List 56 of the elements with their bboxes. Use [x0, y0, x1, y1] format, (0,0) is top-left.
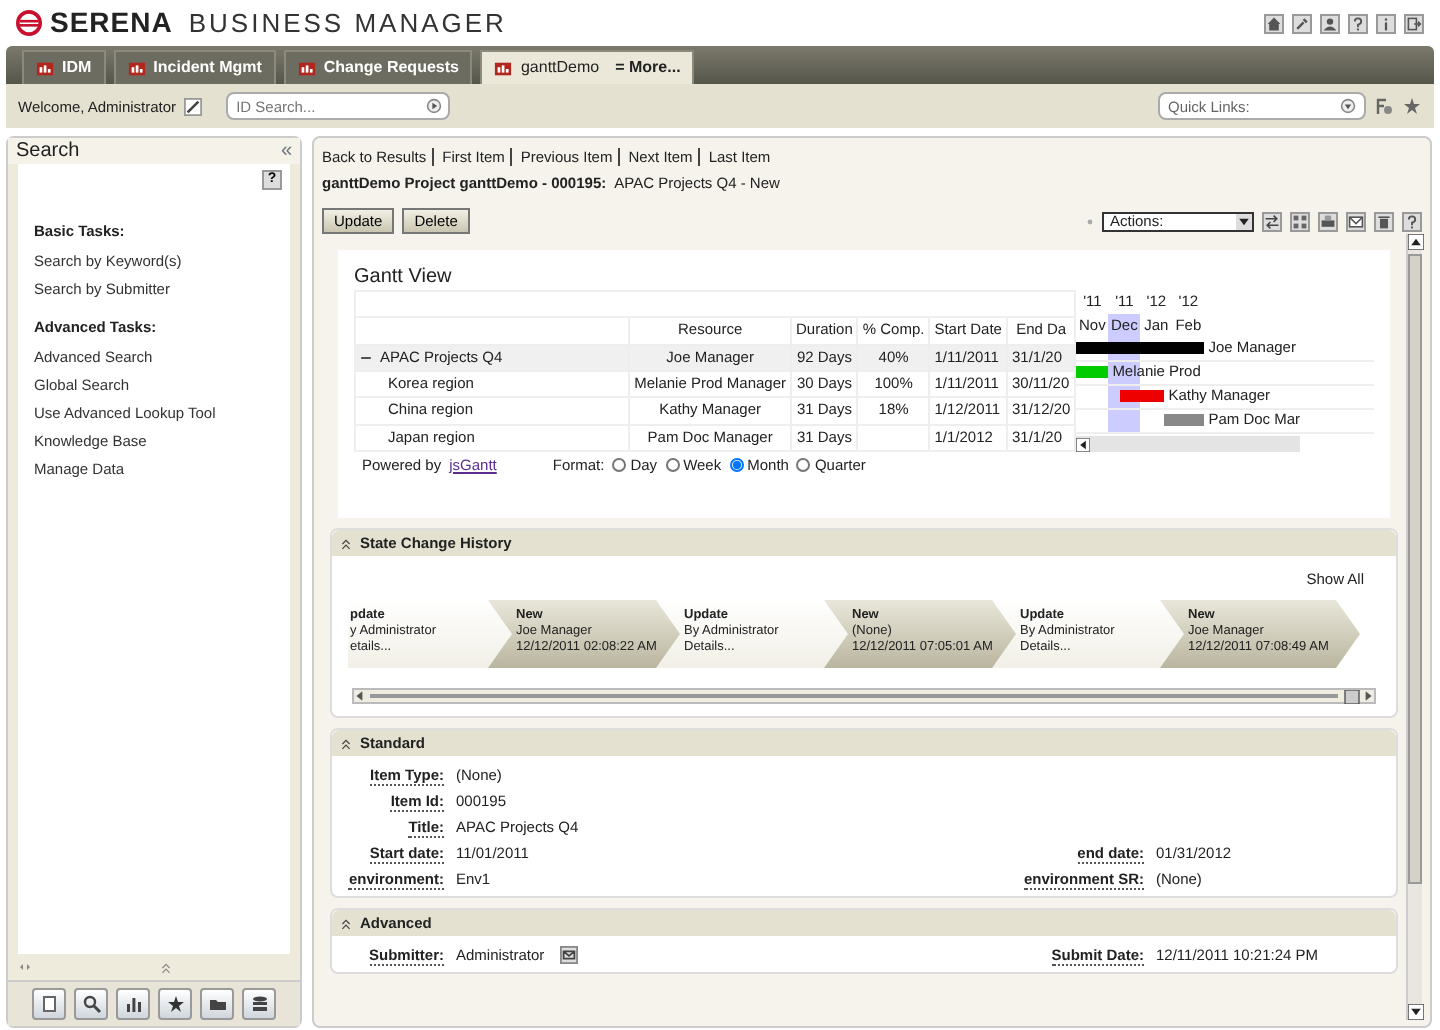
- scroll-thumb-icon: [1342, 689, 1362, 703]
- collapse-icon: [340, 537, 352, 549]
- scroll-right-icon: [1362, 690, 1374, 702]
- gantt-title: Gantt View: [354, 266, 454, 290]
- collapse-icon: [340, 917, 352, 929]
- print-icon[interactable]: [1320, 213, 1336, 229]
- logo-icon: [16, 10, 42, 36]
- timeline-scrollbar[interactable]: [352, 688, 1376, 704]
- collapse-button[interactable]: «: [280, 139, 292, 163]
- mail-icon[interactable]: [1348, 213, 1364, 229]
- more-tabs-link[interactable]: = More...: [615, 58, 681, 78]
- scroll-left-icon: [1076, 437, 1091, 451]
- radio-button[interactable]: [612, 458, 627, 472]
- mail-icon[interactable]: [560, 946, 579, 964]
- dropdown-icon: [1236, 213, 1252, 229]
- user-icon[interactable]: [1322, 15, 1338, 31]
- tab[interactable]: Incident Mgmt: [113, 50, 276, 84]
- radio-button[interactable]: [665, 458, 680, 472]
- scroll-arrows-icon[interactable]: [18, 962, 32, 972]
- tab[interactable]: IDM: [22, 50, 106, 84]
- help-icon[interactable]: [1404, 213, 1420, 229]
- app-icon: [297, 59, 316, 77]
- help-icon[interactable]: [1350, 15, 1366, 31]
- app-icon: [494, 59, 513, 77]
- scroll-up-icon[interactable]: [1408, 234, 1424, 250]
- search-icon[interactable]: [81, 994, 101, 1014]
- folder-icon[interactable]: [207, 994, 227, 1014]
- star-add-icon[interactable]: [1402, 96, 1422, 116]
- new-document-icon[interactable]: [39, 994, 59, 1014]
- app-icon: [127, 59, 146, 77]
- scroll-left-icon: [354, 690, 366, 702]
- scrollbar-thumb[interactable]: [1408, 254, 1422, 884]
- app-icon: [36, 59, 54, 77]
- brand-name: SERENA: [50, 6, 173, 40]
- product-name: BUSINESS MANAGER: [188, 7, 507, 39]
- swap-icon[interactable]: [1264, 213, 1280, 229]
- expand-icon[interactable]: [160, 961, 172, 973]
- trash-icon[interactable]: [1376, 213, 1392, 229]
- bar-chart-icon[interactable]: [123, 994, 143, 1014]
- star-icon[interactable]: [165, 994, 185, 1014]
- grid-icon[interactable]: [1292, 213, 1308, 229]
- tab[interactable]: ganttDemo = More...: [480, 50, 695, 84]
- tools-icon[interactable]: [1294, 15, 1310, 31]
- scroll-down-icon[interactable]: [1408, 1004, 1424, 1020]
- database-icon[interactable]: [249, 994, 269, 1014]
- dropdown-icon: [1340, 98, 1356, 114]
- horizontal-scrollbar[interactable]: [1076, 436, 1301, 452]
- radio-button[interactable]: [796, 458, 811, 472]
- bullet-icon: [1086, 217, 1094, 225]
- collapse-icon: [340, 737, 352, 749]
- tab[interactable]: Change Requests: [283, 50, 473, 84]
- edit-icon[interactable]: [184, 97, 203, 115]
- panel-title: Search: [16, 139, 80, 163]
- radio-button[interactable]: [729, 458, 744, 472]
- home-icon[interactable]: [1266, 15, 1282, 31]
- logout-icon[interactable]: [1406, 15, 1422, 31]
